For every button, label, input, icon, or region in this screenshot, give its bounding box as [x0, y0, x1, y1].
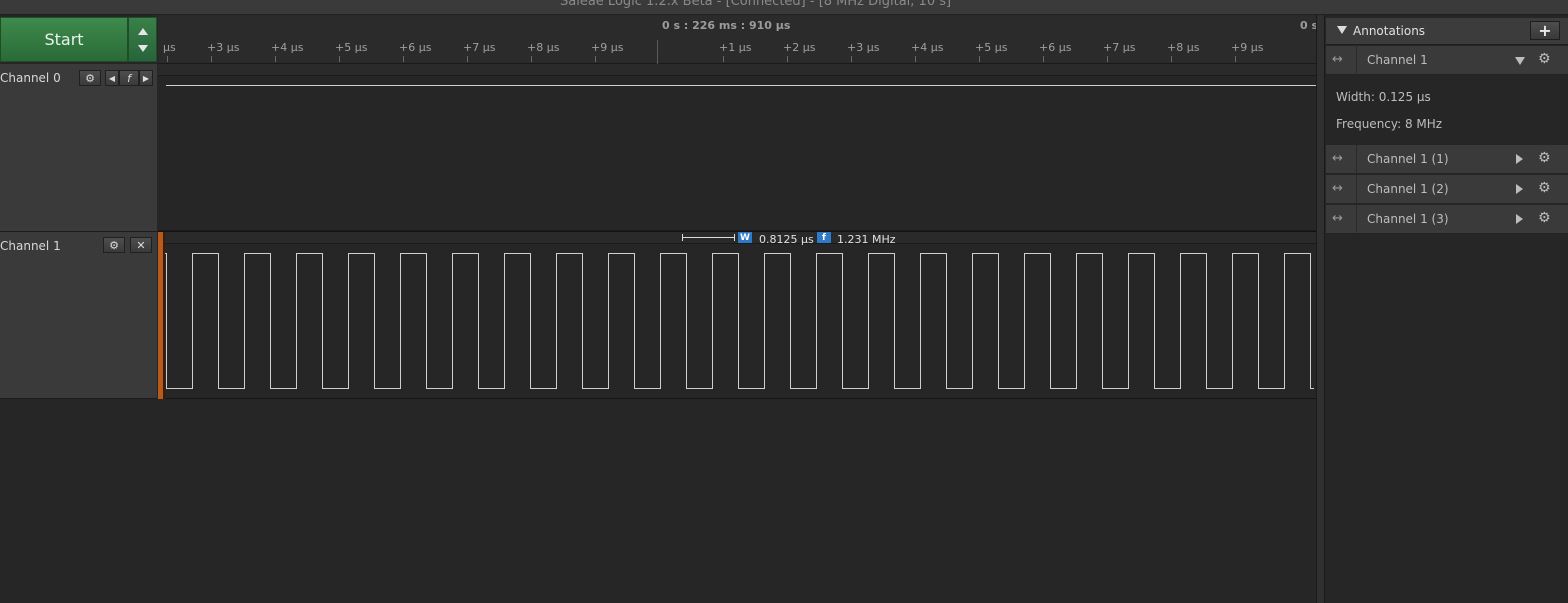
tick-mark	[275, 56, 276, 62]
channel-1-band-top	[158, 232, 1316, 244]
tick-label: +7 µs	[463, 41, 496, 54]
ruler-divider	[657, 40, 658, 64]
tick-label: +9 µs	[1231, 41, 1264, 54]
gear-icon[interactable]: ⚙	[1538, 51, 1551, 67]
tick-label: +6 µs	[1039, 41, 1072, 54]
trigger-edge-icon: f	[127, 71, 131, 85]
waveform-canvas[interactable]	[158, 64, 1316, 399]
expanded-caret-icon[interactable]	[1515, 57, 1525, 65]
tick-label: +1 µs	[719, 41, 752, 54]
next-edge-icon: ▶	[142, 73, 150, 83]
tick-mark	[211, 56, 212, 62]
tick-mark	[339, 56, 340, 62]
channel-1-marker-shadow	[163, 232, 165, 399]
tick-label: +3 µs	[847, 41, 880, 54]
gear-icon: ⚙	[85, 71, 95, 85]
time-readout: 0 s : 226 ms : 910 µs	[662, 19, 791, 32]
tick-label: +6 µs	[399, 41, 432, 54]
channel-0-band-top	[158, 64, 1316, 75]
tick-label: +7 µs	[1103, 41, 1136, 54]
frequency-measurement: 1.231 MHz	[837, 233, 896, 246]
tick-label: µs	[163, 41, 176, 54]
window-titlebar: Saleae Logic 1.2.x Beta - [Connected] - …	[0, 0, 1568, 15]
tick-mark	[1235, 56, 1236, 62]
channel-0-label: Channel 0	[0, 71, 61, 85]
left-empty-area	[0, 399, 158, 603]
tick-mark	[403, 56, 404, 62]
annotation-name: Channel 1 (2)	[1367, 182, 1449, 196]
panel-splitter[interactable]	[1316, 15, 1325, 603]
tick-mark	[595, 56, 596, 62]
channel-0-trigger-button[interactable]: f	[119, 70, 139, 86]
arrow-down-icon[interactable]	[138, 45, 148, 52]
tick-label: +5 µs	[975, 41, 1008, 54]
prev-edge-icon: ◀	[108, 73, 116, 83]
gear-icon[interactable]: ⚙	[1538, 150, 1551, 166]
width-measurement: 0.8125 µs	[759, 233, 814, 246]
tick-label: +4 µs	[271, 41, 304, 54]
channel-1-header[interactable]: Channel 1 ⚙ ✕	[0, 232, 157, 399]
collapse-caret-icon[interactable]	[1337, 26, 1347, 34]
channel-1-remove-button[interactable]: ✕	[130, 237, 152, 253]
gear-icon[interactable]: ⚙	[1538, 210, 1551, 226]
expand-caret-icon[interactable]	[1516, 184, 1523, 194]
tick-mark	[1171, 56, 1172, 62]
annotation-name: Channel 1 (3)	[1367, 212, 1449, 226]
channel-0-settings-button[interactable]: ⚙	[79, 70, 101, 86]
tick-mark	[1107, 56, 1108, 62]
tick-label: +3 µs	[207, 41, 240, 54]
annotations-title: Annotations	[1353, 24, 1426, 38]
annotation-row-channel-1-2[interactable]: ↔ Channel 1 (2) ⚙	[1326, 175, 1568, 204]
annotation-frequency: Frequency: 8 MHz	[1336, 117, 1443, 131]
expand-caret-icon[interactable]	[1516, 214, 1523, 224]
add-annotation-button[interactable]: +	[1530, 21, 1560, 40]
row-separator	[1356, 145, 1357, 174]
channel-1-waveform	[158, 253, 1314, 389]
tick-mark	[531, 56, 532, 62]
start-button[interactable]: Start	[0, 17, 128, 62]
window-title: Saleae Logic 1.2.x Beta - [Connected] - …	[560, 0, 952, 9]
tick-mark	[1043, 56, 1044, 62]
channel-0-next-edge-button[interactable]: ▶	[139, 70, 153, 86]
width-arrows-icon: ↔	[1332, 52, 1343, 67]
tick-label: +8 µs	[527, 41, 560, 54]
frequency-badge-icon: f	[817, 232, 831, 243]
annotation-width: Width: 0.125 µs	[1336, 90, 1431, 104]
tick-mark	[787, 56, 788, 62]
tick-label: +5 µs	[335, 41, 368, 54]
channel-1-settings-button[interactable]: ⚙	[103, 237, 125, 253]
annotation-row-channel-1-3[interactable]: ↔ Channel 1 (3) ⚙	[1326, 205, 1568, 234]
tick-mark	[851, 56, 852, 62]
start-options-spinner[interactable]	[128, 17, 157, 62]
tick-label: +9 µs	[591, 41, 624, 54]
gear-icon[interactable]: ⚙	[1538, 180, 1551, 196]
expand-caret-icon[interactable]	[1516, 154, 1523, 164]
arrow-up-icon[interactable]	[138, 28, 148, 35]
tick-mark	[915, 56, 916, 62]
tick-mark	[723, 56, 724, 62]
channel-0-prev-edge-button[interactable]: ◀	[105, 70, 119, 86]
width-arrows-icon: ↔	[1332, 211, 1343, 226]
width-arrows-icon: ↔	[1332, 151, 1343, 166]
row-separator	[1356, 205, 1357, 234]
annotation-name: Channel 1 (1)	[1367, 152, 1449, 166]
close-icon: ✕	[136, 238, 146, 252]
tick-label: +4 µs	[911, 41, 944, 54]
tick-label: +8 µs	[1167, 41, 1200, 54]
tick-mark	[979, 56, 980, 62]
channel-1-label: Channel 1	[0, 239, 61, 253]
tick-mark	[467, 56, 468, 62]
tick-label: +2 µs	[783, 41, 816, 54]
row-separator	[1356, 46, 1357, 75]
annotation-row-channel-1-1[interactable]: ↔ Channel 1 (1) ⚙	[1326, 145, 1568, 174]
tick-mark	[167, 56, 168, 62]
annotation-details	[1326, 75, 1568, 145]
row-separator	[1356, 175, 1357, 204]
width-arrows-icon: ↔	[1332, 181, 1343, 196]
annotation-name: Channel 1	[1367, 53, 1428, 67]
width-badge-icon: W	[738, 232, 752, 243]
gear-icon: ⚙	[109, 238, 119, 252]
annotation-row-channel-1[interactable]: ↔ Channel 1 ⚙	[1326, 46, 1568, 75]
channel-0-header[interactable]: Channel 0 ⚙ ◀ f ▶	[0, 64, 157, 232]
